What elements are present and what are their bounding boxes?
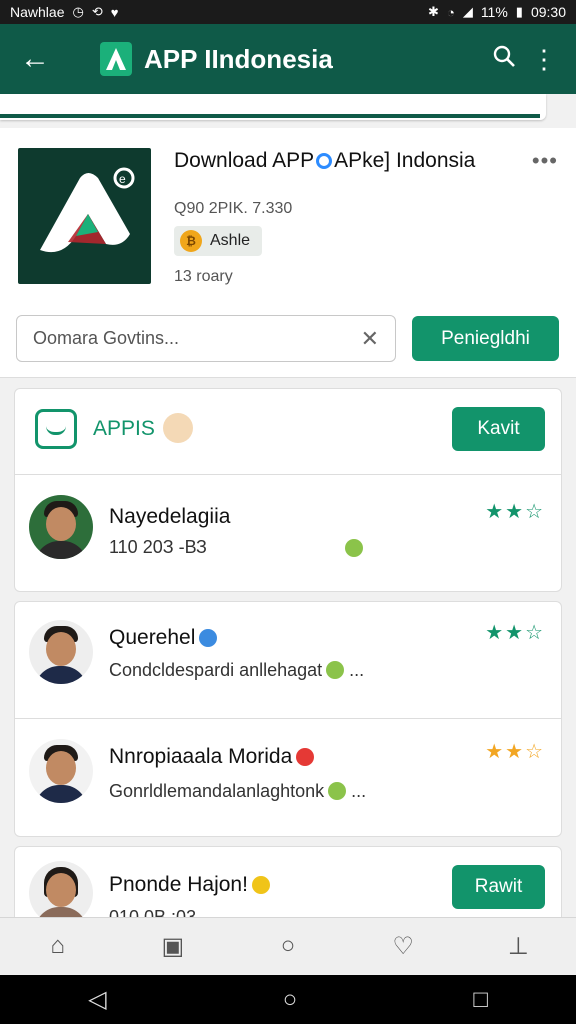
sync-icon: ⟲ [91,4,103,19]
more-options-icon[interactable]: ••• [532,148,558,174]
emoji-icon [163,413,193,443]
reviews-title: APPIS [93,417,155,440]
reviews-card-2: Querehel Condcldespardi anllehagat ... ★… [14,601,562,837]
reply-button[interactable]: Rawit [452,865,545,909]
app-bar-title: APP IIndonesia [144,43,333,74]
signal-icon: ◢ [462,4,473,19]
circle-icon[interactable]: ○ [258,926,318,966]
reviews-header: APPIS Kavit [15,389,561,475]
bluetooth-icon: ✱ [428,4,439,19]
primary-action-button[interactable]: Peniegldhi [412,316,559,361]
battery-icon: ▮ [515,4,523,19]
header-button[interactable]: Kavit [452,407,545,451]
clock-text: 09:30 [530,4,566,20]
status-bar: Nawhlae ◷ ⟲ ♥ ✱ ◔ ◢ 11% ▮ 09:30 [0,0,576,24]
avatar [29,861,93,925]
star-rating: ★★☆ [485,501,545,523]
review-item[interactable]: Nnropiaaala Morida Gonrldlemandalanlaght… [15,719,561,837]
progress-divider [0,114,540,118]
home-circle-icon[interactable]: ○ [283,986,298,1014]
reviewer-name: Nnropiaaala Morida [109,745,315,769]
svg-text:e: e [119,172,126,186]
clear-icon[interactable]: ✕ [361,326,379,352]
back-icon[interactable]: ◁ [88,985,106,1014]
review-item[interactable]: Querehel Condcldespardi anllehagat ... ★… [15,602,561,720]
clock-icon: ◷ [72,4,84,19]
apps-icon [35,409,77,449]
star-rating: ★★☆ [485,622,545,644]
review-item[interactable]: Nayedelagiia 110 20З -ВЗ ★★☆ [15,475,561,593]
avatar [29,739,93,803]
search-placeholder: Oomara Govtins... [33,328,180,348]
review-text: Gonrldlemandalanlaghtonk ... [109,781,367,801]
app-icon: e [18,148,151,284]
reviews-card: APPIS Kavit Nayedelagiia 110 20З -ВЗ ★★☆ [14,388,562,592]
emoji-icon [345,539,363,557]
category-chip[interactable]: ₿ Ashle [174,226,263,256]
app-name-part1: Download APP [174,149,315,172]
heart-icon[interactable]: ♡ [373,926,433,966]
app-logo-icon [100,42,132,76]
gallery-icon[interactable]: ▣ [143,926,203,966]
review-text: 110 20З -ВЗ [109,537,207,557]
chip-label: Ashle [210,232,251,249]
emoji-icon [328,782,347,800]
review-text: Condcldespardi anllehagat ... [109,660,365,680]
system-navigation: ◁ ○ □ [0,975,576,1024]
app-meta: 13 roary [174,268,233,285]
emoji-icon [199,629,218,647]
reviewer-name: Querehel [109,626,218,650]
verified-badge-icon [316,153,333,169]
wifi-icon: ◔ [446,4,455,20]
app-name: Download APP APke] Indonsia [174,148,514,174]
avatar [29,620,93,684]
app-bar: ← APP IIndonesia ⋮ [0,24,576,94]
app-name-part2: APke] Indonsia [334,149,476,172]
emoji-icon [326,661,345,679]
status-left-text: Nawhlae [10,4,65,20]
partial-card [0,94,546,120]
star-rating: ★★☆ [485,741,545,763]
back-arrow-icon[interactable]: ← [20,42,60,76]
battery-text: 11% [480,4,508,20]
search-icon[interactable] [484,44,524,75]
reviewer-name: Nayedelagiia [109,505,231,528]
app-version: Q90 2PIK. 7.330 [174,200,293,217]
app-info-section: e Download APP APke] Indonsia Q90 2PIK. 7… [0,128,576,378]
overflow-menu-icon[interactable]: ⋮ [524,44,564,75]
recents-icon[interactable]: □ [473,986,488,1014]
emoji-icon [296,748,315,766]
emoji-icon [251,876,270,894]
notification-icon: ♥ [110,4,119,20]
home-icon[interactable]: ⌂ [28,926,88,966]
reviewer-name: Pnonde Hajon! [109,873,270,897]
coin-icon: ₿ [180,230,202,252]
bottom-navigation: ⌂ ▣ ○ ♡ ⊥ [0,917,576,974]
search-input[interactable]: Oomara Govtins... ✕ [16,315,396,362]
avatar [29,495,93,559]
profile-icon[interactable]: ⊥ [488,926,548,966]
